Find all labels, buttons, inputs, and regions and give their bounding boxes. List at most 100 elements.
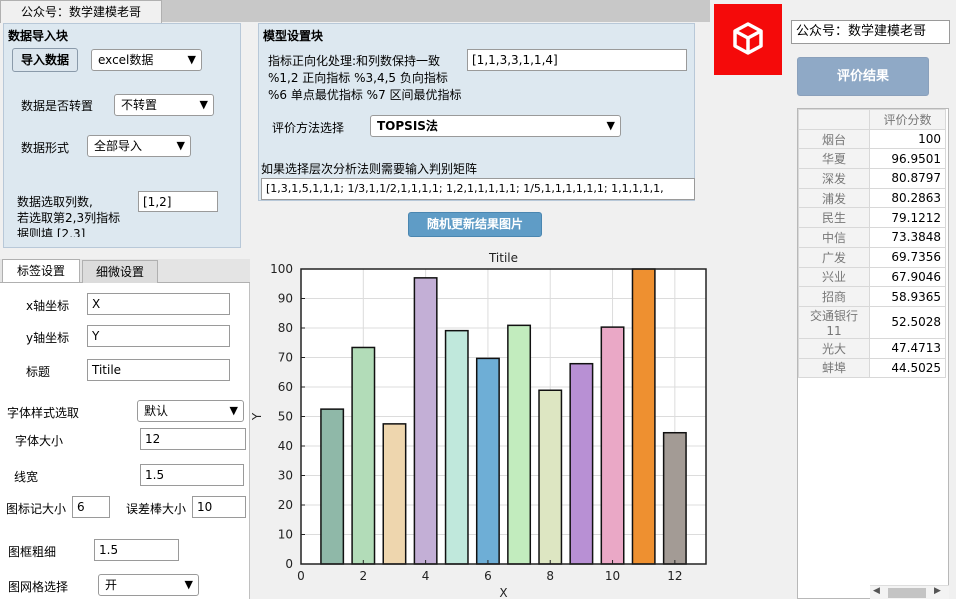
columns-input[interactable]: [1,2] [138, 191, 218, 212]
table-row[interactable]: 兴业 67.9046 [798, 266, 946, 288]
grid-select[interactable]: 开 ▼ [98, 574, 199, 596]
table-row[interactable]: 广发 69.7356 [798, 246, 946, 268]
table-row[interactable]: 烟台 100 [798, 128, 946, 150]
method-select[interactable]: TOPSIS法 ▼ [370, 115, 621, 137]
model-settings-title: 模型设置块 [263, 29, 324, 43]
x-label-label: x轴坐标 [26, 299, 70, 313]
data-form-select[interactable]: 全部导入 ▼ [87, 135, 191, 157]
chevron-down-icon: ▼ [606, 119, 615, 132]
y-tick-label: 20 [278, 498, 293, 512]
chart-bar [600, 326, 625, 565]
score-cell[interactable]: 96.9501 [869, 148, 946, 170]
data-source-select[interactable]: excel数据 ▼ [91, 49, 202, 71]
font-size-input[interactable]: 12 [140, 428, 246, 450]
table-row[interactable]: 蚌埠 44.5025 [798, 357, 946, 379]
chevron-down-icon: ▼ [176, 139, 185, 152]
score-cell[interactable]: 67.9046 [869, 266, 946, 288]
method-label: 评价方法选择 [272, 121, 345, 135]
score-cell[interactable]: 80.2863 [869, 187, 946, 209]
row-header-name: 民生 [798, 207, 870, 229]
table-row[interactable]: 交通银行11 52.5028 [798, 305, 946, 339]
cube-logo-icon [733, 22, 763, 55]
y-tick-label: 10 [278, 528, 293, 542]
scroll-left-icon[interactable]: ◀ [873, 586, 880, 596]
x-axis-label: X [499, 586, 507, 599]
bar-chart: 0 10 20 30 40 50 60 70 80 90 100 0 2 4 6 8 10 12 Titile X Y [251, 251, 707, 599]
score-cell[interactable]: 100 [869, 128, 946, 150]
scrollbar-thumb[interactable] [888, 588, 926, 598]
score-cell[interactable]: 47.4713 [869, 337, 946, 359]
import-data-button[interactable]: 导入数据 [12, 48, 78, 72]
x-label-input[interactable]: X [87, 293, 230, 315]
method-value: TOPSIS法 [377, 119, 438, 133]
chart-bar [475, 357, 500, 565]
table-row[interactable]: 中信 73.3848 [798, 227, 946, 248]
score-cell[interactable]: 52.5028 [869, 305, 946, 339]
row-header-name: 交通银行11 [798, 305, 870, 339]
columns-label-3: 据则填 [2,3] [17, 227, 86, 237]
chart-bar [631, 268, 656, 565]
row-header-name: 烟台 [798, 128, 870, 150]
data-form-label: 数据形式 [21, 141, 70, 155]
chart-bar [413, 277, 438, 565]
evaluate-result-button[interactable]: 评价结果 [797, 57, 929, 96]
horizontal-scrollbar[interactable]: ◀ ▶ [870, 585, 949, 599]
frame-width-input[interactable]: 1.5 [94, 539, 179, 561]
chart-bar [538, 389, 563, 565]
chart-bar [569, 362, 594, 565]
row-header-name: 光大 [798, 337, 870, 359]
refresh-chart-button[interactable]: 随机更新结果图片 [408, 212, 542, 237]
frame-width-label: 图框粗细 [8, 545, 57, 559]
chart-bar [444, 329, 469, 565]
table-row[interactable]: 浦发 80.2863 [798, 187, 946, 209]
x-tick-label: 10 [605, 569, 620, 583]
transpose-value: 不转置 [121, 98, 158, 112]
chevron-down-icon: ▼ [184, 578, 193, 591]
score-cell[interactable]: 69.7356 [869, 246, 946, 268]
scroll-right-icon[interactable]: ▶ [934, 586, 941, 596]
x-tick-label: 2 [359, 569, 367, 583]
chevron-down-icon: ▼ [199, 98, 208, 111]
ahp-matrix-input[interactable]: [1,3,1,5,1,1,1; 1/3,1,1/2,1,1,1,1; 1,2,1… [261, 178, 695, 200]
table-row[interactable]: 民生 79.1212 [798, 207, 946, 229]
y-tick-label: 30 [278, 469, 293, 483]
transpose-select[interactable]: 不转置 ▼ [114, 94, 214, 116]
y-label-label: y轴坐标 [26, 331, 70, 345]
chart-title: Titile [488, 251, 518, 265]
direction-input[interactable]: [1,1,3,3,1,1,4] [467, 49, 687, 71]
tab-wechat[interactable]: 公众号：数学建模老哥 [0, 0, 162, 23]
score-cell[interactable]: 44.5025 [869, 357, 946, 379]
score-cell[interactable]: 80.8797 [869, 168, 946, 189]
chart-bar [351, 346, 376, 565]
chart-bar [507, 324, 532, 565]
score-cell[interactable]: 58.9365 [869, 286, 946, 307]
y-label-input[interactable]: Y [87, 325, 230, 347]
row-header-name: 广发 [798, 246, 870, 268]
tab-label-settings[interactable]: 标签设置 [2, 259, 80, 282]
font-size-label: 字体大小 [15, 434, 64, 448]
table-row[interactable]: 华夏 96.9501 [798, 148, 946, 170]
marker-size-input[interactable]: 6 [72, 496, 110, 518]
font-style-label: 字体样式选取 [7, 406, 80, 420]
columns-label-2: 若选取第2,3列指标 [17, 211, 121, 225]
y-tick-label: 50 [278, 410, 293, 424]
wechat-account-field[interactable]: 公众号：数学建模老哥 [791, 20, 950, 44]
chevron-down-icon: ▼ [229, 404, 238, 417]
table-row[interactable]: 深发 80.8797 [798, 168, 946, 189]
row-header-name: 中信 [798, 227, 870, 248]
result-table: 评价分数 烟台 100 华夏 96.9501 深发 80.8797 浦发 80.2863 民生 7… [797, 108, 949, 599]
table-row[interactable]: 光大 47.4713 [798, 337, 946, 359]
score-cell[interactable]: 73.3848 [869, 227, 946, 248]
tab-fine-settings[interactable]: 细微设置 [82, 260, 158, 283]
app-logo [714, 4, 782, 75]
data-import-title: 数据导入块 [8, 29, 69, 43]
columns-label-1: 数据选取列数, [17, 195, 93, 209]
chevron-down-icon: ▼ [187, 53, 196, 66]
font-style-select[interactable]: 默认 ▼ [137, 400, 244, 422]
table-row[interactable]: 招商 58.9365 [798, 286, 946, 307]
row-header-name: 招商 [798, 286, 870, 307]
title-input[interactable]: Titile [87, 359, 230, 381]
line-width-input[interactable]: 1.5 [140, 464, 244, 486]
score-cell[interactable]: 79.1212 [869, 207, 946, 229]
errbar-size-input[interactable]: 10 [192, 496, 246, 518]
